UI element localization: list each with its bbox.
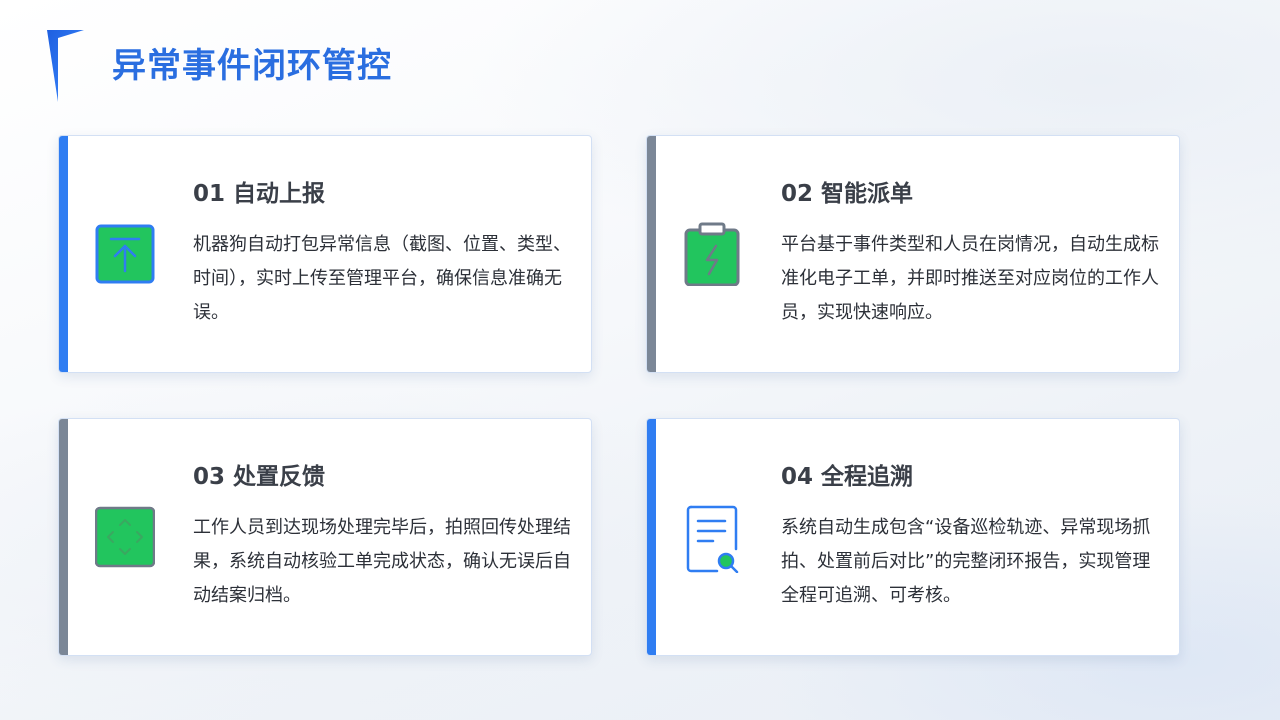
document-search-icon xyxy=(683,505,743,574)
card-description: 系统自动生成包含“设备巡检轨迹、异常现场抓拍、处置前后对比”的完整闭环报告，实现… xyxy=(781,517,1151,606)
page-title: 异常事件闭环管控 xyxy=(112,46,392,86)
card-heading: 04 全程追溯 xyxy=(781,464,914,490)
card-auto-report: 01 自动上报 机器狗自动打包异常信息（截图、位置、类型、时间），实时上传至管理… xyxy=(58,135,592,373)
card-description: 机器狗自动打包异常信息（截图、位置、类型、时间），实时上传至管理平台，确保信息准… xyxy=(193,234,571,323)
card-smart-dispatch: 02 智能派单 平台基于事件类型和人员在岗情况，自动生成标准化电子工单，并即时推… xyxy=(646,135,1180,373)
card-heading: 02 智能派单 xyxy=(781,181,914,207)
card-accent-bar xyxy=(647,136,656,372)
card-heading: 03 处置反馈 xyxy=(193,464,326,490)
card-description: 工作人员到达现场处理完毕后，拍照回传处理结果，系统自动核验工单完成状态，确认无误… xyxy=(193,517,571,606)
expand-arrows-icon xyxy=(94,505,156,569)
card-heading: 01 自动上报 xyxy=(193,181,326,207)
card-accent-bar xyxy=(59,136,68,372)
card-accent-bar xyxy=(59,419,68,655)
corner-accent-mark xyxy=(47,30,84,102)
card-description: 平台基于事件类型和人员在岗情况，自动生成标准化电子工单，并即时推送至对应岗位的工… xyxy=(781,234,1159,323)
card-handling-feedback: 03 处置反馈 工作人员到达现场处理完毕后，拍照回传处理结果，系统自动核验工单完… xyxy=(58,418,592,656)
card-accent-bar xyxy=(647,419,656,655)
upload-icon xyxy=(95,222,155,286)
clipboard-bolt-icon xyxy=(683,222,743,287)
card-full-traceability: 04 全程追溯 系统自动生成包含“设备巡检轨迹、异常现场抓拍、处置前后对比”的完… xyxy=(646,418,1180,656)
